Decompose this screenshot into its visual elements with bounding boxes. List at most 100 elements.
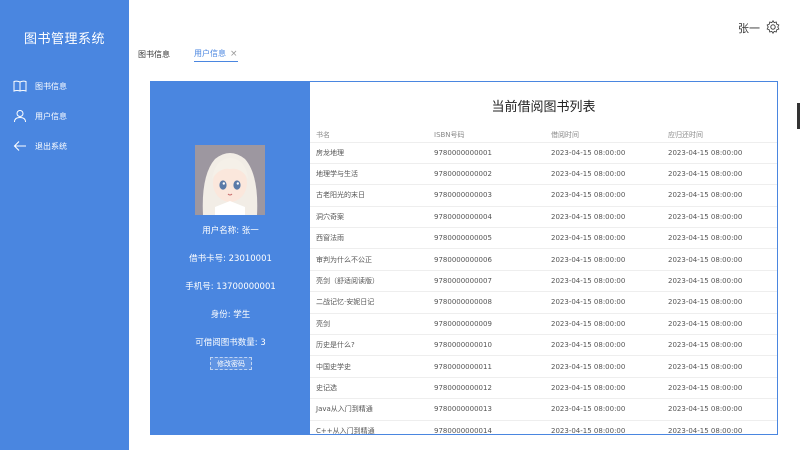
profile-phone: 手机号: 13700000001 — [185, 282, 276, 292]
cell-title: 中国史学史 — [310, 355, 428, 378]
cell-title: 审判为什么不公正 — [310, 248, 428, 271]
cell-due-time: 2023-04-15 08:00:00 — [662, 270, 777, 293]
cell-title: C++从入门到精通 — [310, 420, 428, 434]
cell-isbn: 9780000000009 — [428, 313, 545, 336]
cell-borrow-time: 2023-04-15 08:00:00 — [545, 313, 662, 336]
table-title: 当前借阅图书列表 — [491, 100, 596, 115]
cell-due-time: 2023-04-15 08:00:00 — [662, 206, 777, 229]
table-row[interactable]: 地理学与生活 9780000000002 2023-04-15 08:00:00 20… — [310, 163, 777, 186]
sidebar-item-book-info[interactable]: 图书信息 — [0, 74, 129, 98]
table-row[interactable]: 史记选 9780000000012 2023-04-15 08:00:00 2023-… — [310, 377, 777, 400]
table-row[interactable]: C++从入门到精通 9780000000014 2023-04-15 08:00:0… — [310, 420, 777, 434]
cell-isbn: 9780000000007 — [428, 270, 545, 293]
cell-title: 亮剑（舒适阅读版） — [310, 270, 428, 293]
profile-borrow-limit: 可借阅图书数量: 3 — [195, 338, 266, 348]
tab-label: 用户信息 — [194, 49, 226, 58]
cell-borrow-time: 2023-04-15 08:00:00 — [545, 248, 662, 271]
cell-borrow-time: 2023-04-15 08:00:00 — [545, 163, 662, 186]
app-root: 图书管理系统 图书信息 用户信息 退出系统 张一 图书信息 用户信息 × 用户名… — [0, 0, 800, 450]
table-row[interactable]: 中国史学史 9780000000011 2023-04-15 08:00:00 202… — [310, 355, 777, 378]
profile-username: 用户名称: 张一 — [202, 226, 259, 236]
cell-isbn: 9780000000001 — [428, 142, 545, 164]
cell-borrow-time: 2023-04-15 08:00:00 — [545, 334, 662, 357]
header-username[interactable]: 张一 — [738, 20, 760, 36]
user-info-panel: 用户名称: 张一 借书卡号: 23010001 手机号: 13700000001… — [150, 81, 778, 435]
cell-isbn: 9780000000011 — [428, 355, 545, 378]
cell-borrow-time: 2023-04-15 08:00:00 — [545, 142, 662, 164]
cell-isbn: 9780000000006 — [428, 248, 545, 271]
app-title: 图书管理系统 — [23, 32, 105, 47]
cell-title: 亮剑 — [310, 313, 428, 336]
cell-due-time: 2023-04-15 08:00:00 — [662, 184, 777, 207]
table-row[interactable]: 历史是什么? 9780000000010 2023-04-15 08:00:00 20… — [310, 334, 777, 357]
column-header-isbn[interactable]: ISBN号码 — [428, 128, 545, 143]
cell-borrow-time: 2023-04-15 08:00:00 — [545, 270, 662, 293]
cell-borrow-time: 2023-04-15 08:00:00 — [545, 420, 662, 434]
profile-role: 身份: 学生 — [210, 310, 251, 320]
cell-due-time: 2023-04-15 08:00:00 — [662, 227, 777, 250]
cell-title: Java从入门到精通 — [310, 398, 428, 421]
cell-borrow-time: 2023-04-15 08:00:00 — [545, 227, 662, 250]
sidebar-item-user-info[interactable]: 用户信息 — [0, 104, 129, 128]
table-row[interactable]: 洞穴奇案 9780000000004 2023-04-15 08:00:00 2023… — [310, 206, 777, 229]
table-body: 房龙地理 9780000000001 2023-04-15 08:00:00 2023… — [310, 142, 777, 434]
cell-borrow-time: 2023-04-15 08:00:00 — [545, 355, 662, 378]
cell-isbn: 9780000000004 — [428, 206, 545, 229]
cell-due-time: 2023-04-15 08:00:00 — [662, 420, 777, 434]
table-header-row: 书名 ISBN号码 借阅时间 应归还时间 — [310, 128, 777, 143]
table-row[interactable]: 二战记忆·安妮日记 9780000000008 2023-04-15 08:00:0… — [310, 291, 777, 314]
tab-label: 图书信息 — [138, 49, 170, 59]
table-row[interactable]: 亮剑（舒适阅读版） 9780000000007 2023-04-15 08:00:0… — [310, 270, 777, 293]
cell-isbn: 9780000000008 — [428, 291, 545, 314]
cell-due-time: 2023-04-15 08:00:00 — [662, 377, 777, 400]
tab-book-info[interactable]: 图书信息 — [138, 46, 170, 62]
column-header-due-time[interactable]: 应归还时间 — [662, 128, 777, 143]
cell-due-time: 2023-04-15 08:00:00 — [662, 334, 777, 357]
column-header-title[interactable]: 书名 — [310, 128, 428, 143]
close-icon[interactable]: × — [230, 49, 238, 59]
arrow-left-icon — [12, 138, 28, 154]
cell-isbn: 9780000000005 — [428, 227, 545, 250]
cell-borrow-time: 2023-04-15 08:00:00 — [545, 377, 662, 400]
sidebar-item-label: 图书信息 — [35, 81, 67, 91]
table-row[interactable]: 房龙地理 9780000000001 2023-04-15 08:00:00 2023… — [310, 142, 777, 164]
cell-due-time: 2023-04-15 08:00:00 — [662, 248, 777, 271]
table-row[interactable]: 审判为什么不公正 9780000000006 2023-04-15 08:00:00… — [310, 248, 777, 271]
cell-title: 史记选 — [310, 377, 428, 400]
sidebar-item-label: 用户信息 — [35, 111, 67, 121]
borrowed-books-section: 当前借阅图书列表 书名 ISBN号码 借阅时间 应归还时间 房龙地理 978000… — [310, 82, 777, 434]
tab-user-info[interactable]: 用户信息 × — [194, 46, 238, 62]
cell-due-time: 2023-04-15 08:00:00 — [662, 291, 777, 314]
cell-due-time: 2023-04-15 08:00:00 — [662, 313, 777, 336]
table-row[interactable]: 古老阳光的末日 9780000000003 2023-04-15 08:00:00 2… — [310, 184, 777, 207]
avatar — [195, 145, 265, 215]
cell-due-time: 2023-04-15 08:00:00 — [662, 163, 777, 186]
cell-title: 房龙地理 — [310, 142, 428, 164]
cell-isbn: 9780000000013 — [428, 398, 545, 421]
table-row[interactable]: Java从入门到精通 9780000000013 2023-04-15 08:00:… — [310, 398, 777, 421]
cell-title: 历史是什么? — [310, 334, 428, 357]
profile-card-number: 借书卡号: 23010001 — [189, 254, 272, 264]
cell-title: 古老阳光的末日 — [310, 184, 428, 207]
sidebar-item-label: 退出系统 — [35, 141, 67, 151]
cell-isbn: 9780000000002 — [428, 163, 545, 186]
profile-card: 用户名称: 张一 借书卡号: 23010001 手机号: 13700000001… — [151, 82, 310, 434]
sidebar-item-logout[interactable]: 退出系统 — [0, 134, 129, 158]
cell-title: 二战记忆·安妮日记 — [310, 291, 428, 314]
cell-title: 西窗法雨 — [310, 227, 428, 250]
sidebar: 图书管理系统 图书信息 用户信息 退出系统 — [0, 0, 129, 450]
column-header-borrow-time[interactable]: 借阅时间 — [545, 128, 662, 143]
cell-isbn: 9780000000012 — [428, 377, 545, 400]
cell-isbn: 9780000000003 — [428, 184, 545, 207]
book-icon — [12, 78, 28, 94]
gear-icon[interactable] — [766, 19, 780, 35]
cell-borrow-time: 2023-04-15 08:00:00 — [545, 206, 662, 229]
cell-due-time: 2023-04-15 08:00:00 — [662, 142, 777, 164]
change-password-button[interactable]: 修改密码 — [210, 357, 252, 370]
table-row[interactable]: 亮剑 9780000000009 2023-04-15 08:00:00 2023-0… — [310, 313, 777, 336]
cell-borrow-time: 2023-04-15 08:00:00 — [545, 184, 662, 207]
cell-title: 洞穴奇案 — [310, 206, 428, 229]
cell-due-time: 2023-04-15 08:00:00 — [662, 355, 777, 378]
table-row[interactable]: 西窗法雨 9780000000005 2023-04-15 08:00:00 2023… — [310, 227, 777, 250]
cell-isbn: 9780000000014 — [428, 420, 545, 434]
